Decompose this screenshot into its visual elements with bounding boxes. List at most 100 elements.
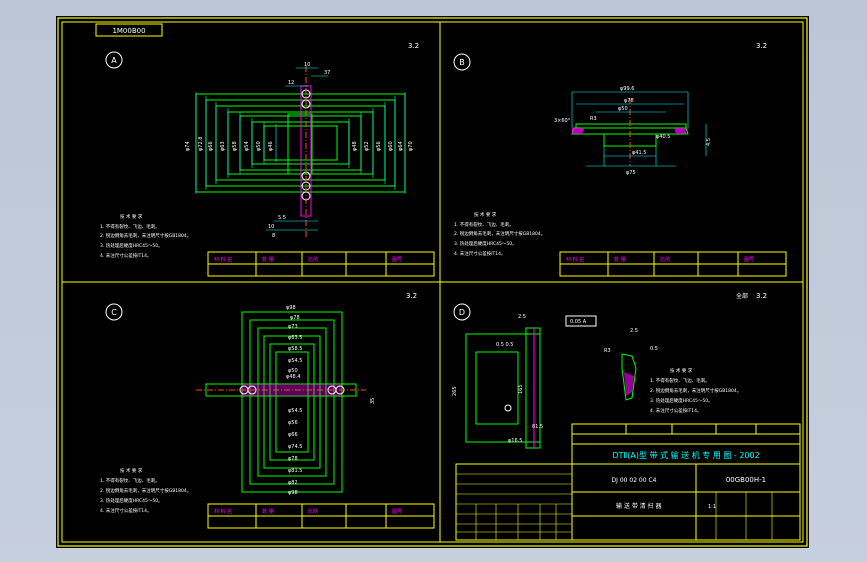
svg-text:35: 35: [370, 398, 376, 404]
view-c-notes: 技 术 要 求 1. 不得有裂纹、飞边、毛刺。 2. 锐边倒角去毛刺，未注明尺寸…: [100, 467, 191, 514]
svg-text:8: 8: [272, 233, 275, 239]
view-b-label: B: [459, 58, 465, 67]
svg-text:φ75: φ75: [626, 170, 636, 176]
svg-text:φ81.5: φ81.5: [288, 468, 302, 474]
svg-text:材 料 名: 材 料 名: [566, 256, 584, 263]
svg-text:4. 未注尺寸公差按IT14。: 4. 未注尺寸公差按IT14。: [454, 250, 506, 257]
svg-text:81.5: 81.5: [532, 424, 543, 430]
svg-text:比例: 比例: [308, 256, 318, 263]
svg-text:技 术 要 求: 技 术 要 求: [670, 367, 693, 374]
svg-text:3. 热处理后硬度HRC45～50。: 3. 热处理后硬度HRC45～50。: [100, 497, 163, 504]
svg-text:3. 热处理后硬度HRC45～50。: 3. 热处理后硬度HRC45～50。: [100, 242, 163, 249]
svg-text:图号: 图号: [744, 257, 754, 263]
svg-text:12: 12: [288, 80, 294, 86]
svg-text:1. 不得有裂纹、飞边、毛刺。: 1. 不得有裂纹、飞边、毛刺。: [100, 223, 160, 230]
svg-text:0.5 0.5: 0.5 0.5: [496, 342, 514, 348]
svg-text:φ74.5: φ74.5: [288, 444, 302, 450]
drawing-number-text: 1M00B00: [112, 27, 145, 35]
view-d-roughness: 3.2: [756, 292, 767, 300]
svg-text:1. 不得有裂纹、飞边、毛刺。: 1. 不得有裂纹、飞边、毛刺。: [650, 377, 710, 384]
svg-text:3×60°: 3×60°: [554, 118, 571, 124]
part-name: 输 送 带 清 扫 器: [616, 502, 662, 510]
svg-text:φ66: φ66: [288, 432, 298, 438]
view-b-roughness: 3.2: [756, 42, 767, 50]
svg-text:φ58.5: φ58.5: [288, 346, 302, 352]
project-title: DTⅡ(A)型 带 式 输 送 机 专 用 图 - 2002: [612, 450, 759, 460]
svg-text:φ70: φ70: [408, 141, 414, 151]
view-c-label: C: [111, 308, 117, 317]
svg-text:技 术 要 求: 技 术 要 求: [120, 213, 143, 220]
svg-text:材 料 名: 材 料 名: [214, 508, 232, 515]
svg-text:φ98: φ98: [286, 305, 296, 311]
view-c-roughness: 3.2: [406, 292, 417, 300]
view-a-notes: 技 术 要 求 1. 不得有裂纹、飞边、毛刺。 2. 锐边倒角去毛刺，未注明尺寸…: [100, 213, 191, 259]
view-d-label: D: [459, 308, 465, 317]
svg-text:比例: 比例: [308, 508, 318, 515]
svg-text:φ54.5: φ54.5: [288, 408, 302, 414]
svg-text:φ82: φ82: [288, 480, 298, 486]
svg-text:φ48.4: φ48.4: [286, 374, 300, 380]
series-number: DJ 00 02 00 C4: [612, 477, 657, 484]
svg-text:数 量: 数 量: [614, 256, 626, 263]
svg-text:φ56: φ56: [376, 141, 382, 151]
svg-text:φ74: φ74: [185, 141, 191, 151]
svg-text:技 术 要 求: 技 术 要 求: [474, 211, 497, 218]
svg-text:φ50: φ50: [618, 106, 628, 112]
svg-text:4. 未注尺寸公差按IT14。: 4. 未注尺寸公差按IT14。: [100, 507, 152, 514]
svg-text:比例: 比例: [660, 256, 670, 263]
view-a: A 3.2 φ74 φ72.8 φ66 φ63 φ58 φ54 φ50 φ46 …: [100, 42, 435, 277]
view-b-table: 材 料 名 数 量 比例 图号: [559, 251, 787, 277]
svg-text:材 料 名: 材 料 名: [214, 256, 232, 263]
drawing-sheet: 1M00B00 A 3.2 φ74 φ72.8 φ66 φ63 φ58 φ54 …: [56, 16, 809, 548]
svg-text:φ52: φ52: [364, 141, 370, 151]
svg-text:φ50: φ50: [256, 141, 262, 151]
svg-text:1. 不得有裂纹、飞边、毛刺。: 1. 不得有裂纹、飞边、毛刺。: [100, 477, 160, 484]
svg-text:2.5: 2.5: [630, 328, 638, 334]
svg-text:3. 热处理后硬度HRC45～50。: 3. 热处理后硬度HRC45～50。: [454, 240, 517, 247]
svg-text:φ66: φ66: [208, 141, 214, 151]
view-d-notes: 技 术 要 求 1. 不得有裂纹、飞边、毛刺。 2. 锐边倒角去毛刺，未注明尺寸…: [650, 367, 741, 414]
scale: 1:1: [708, 504, 716, 510]
view-d-roughness-note: 全部: [736, 292, 748, 300]
svg-text:3. 热处理后硬度HRC45～50。: 3. 热处理后硬度HRC45～50。: [650, 397, 713, 404]
svg-text:φ73: φ73: [288, 324, 298, 330]
svg-text:φ99.6: φ99.6: [620, 86, 634, 92]
svg-text:φ72.8: φ72.8: [198, 137, 204, 151]
view-c-table: 材 料 名 数 量 比例 图号: [207, 503, 435, 529]
svg-text:265: 265: [452, 386, 458, 396]
svg-text:φ60: φ60: [388, 141, 394, 151]
svg-text:图号: 图号: [392, 509, 402, 515]
svg-text:φ54: φ54: [244, 141, 250, 151]
svg-text:10: 10: [304, 62, 310, 68]
svg-text:φ41.5: φ41.5: [632, 150, 646, 156]
view-b: B 3.2 φ99.6φ78φ50 φ41.5φ75 3×60° R3φ40.5 …: [453, 42, 787, 277]
svg-text:1. 不得有裂纹、飞边、毛刺。: 1. 不得有裂纹、飞边、毛刺。: [454, 221, 514, 228]
svg-text:4.5: 4.5: [706, 138, 712, 146]
svg-text:数 量: 数 量: [262, 508, 274, 515]
svg-text:φ16.5: φ16.5: [508, 438, 522, 444]
svg-text:165: 165: [518, 384, 524, 394]
view-a-roughness: 3.2: [408, 42, 419, 50]
svg-text:φ78: φ78: [288, 456, 298, 462]
svg-text:0.5: 0.5: [650, 346, 658, 352]
svg-text:2. 锐边倒角去毛刺，未注明尺寸按GB1804。: 2. 锐边倒角去毛刺，未注明尺寸按GB1804。: [100, 487, 191, 494]
svg-text:φ64: φ64: [398, 141, 404, 151]
svg-text:数 量: 数 量: [262, 256, 274, 263]
svg-text:φ46: φ46: [268, 141, 274, 151]
svg-text:φ54.5: φ54.5: [288, 358, 302, 364]
view-a-table: 材 料 名 数 量 比例 图号: [207, 251, 435, 277]
view-b-notes: 技 术 要 求 1. 不得有裂纹、飞边、毛刺。 2. 锐边倒角去毛刺，未注明尺寸…: [454, 211, 545, 257]
svg-text:0.05 A: 0.05 A: [570, 319, 587, 325]
svg-text:φ63.5: φ63.5: [288, 335, 302, 341]
svg-text:2. 锐边倒角去毛刺，未注明尺寸按GB1804。: 2. 锐边倒角去毛刺，未注明尺寸按GB1804。: [100, 232, 191, 239]
svg-text:φ40.5: φ40.5: [656, 134, 670, 140]
svg-text:φ98: φ98: [288, 490, 298, 496]
svg-text:2. 锐边倒角去毛刺，未注明尺寸按GB1804。: 2. 锐边倒角去毛刺，未注明尺寸按GB1804。: [454, 230, 545, 237]
cad-canvas[interactable]: 1M00B00 A 3.2 φ74 φ72.8 φ66 φ63 φ58 φ54 …: [56, 16, 809, 548]
svg-text:10: 10: [268, 224, 274, 230]
svg-text:φ78: φ78: [290, 315, 300, 321]
svg-text:2. 锐边倒角去毛刺，未注明尺寸按GB1804。: 2. 锐边倒角去毛刺，未注明尺寸按GB1804。: [650, 387, 741, 394]
svg-text:φ58: φ58: [232, 141, 238, 151]
svg-text:R3: R3: [590, 116, 597, 122]
svg-text:5.5: 5.5: [278, 215, 286, 221]
